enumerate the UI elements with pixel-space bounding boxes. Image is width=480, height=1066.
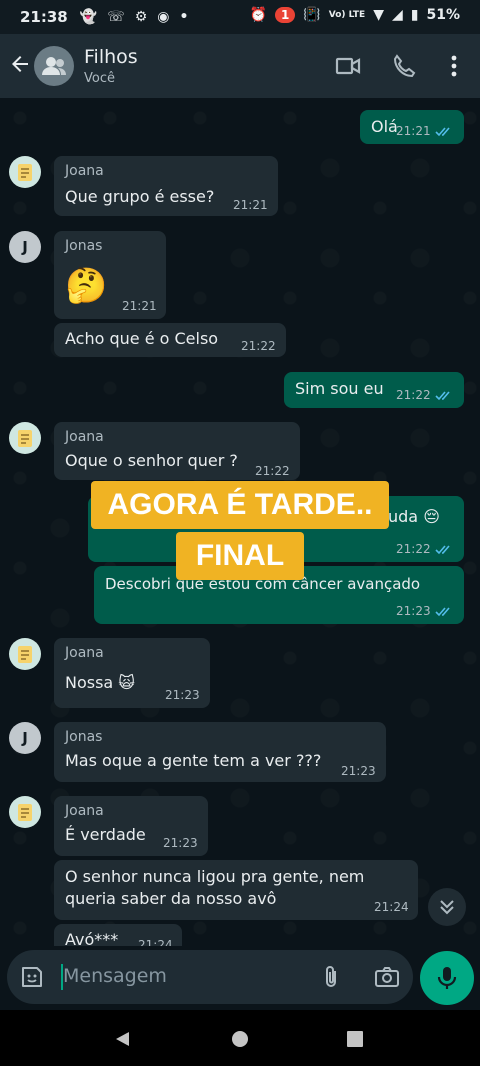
signal-icon: ◢ xyxy=(391,7,403,23)
chat-area[interactable]: Olá 21:21 Joana Que grupo é esse? 21:21 … xyxy=(0,98,480,946)
network-label: Vo) LTE xyxy=(328,9,366,20)
message-time: 21:22 xyxy=(396,388,453,402)
message-text: Nossa 🙀 xyxy=(65,673,135,692)
dot-icon: • xyxy=(179,9,189,25)
message-text: Oque o senhor quer ? xyxy=(65,451,238,470)
app-icon: ⚙ xyxy=(134,9,148,25)
message-text: Sim sou eu xyxy=(295,379,384,398)
camera-icon[interactable] xyxy=(373,964,401,990)
notepad-avatar-icon xyxy=(18,430,32,447)
nav-back-icon[interactable] xyxy=(114,1030,132,1048)
missed-call-icon: ☏ xyxy=(107,9,125,25)
back-arrow-icon[interactable] xyxy=(8,52,32,76)
message-time: 21:23 xyxy=(165,688,200,702)
message-bubble-incoming[interactable]: Acho que é o Celso 21:22 xyxy=(54,323,286,357)
attach-icon[interactable] xyxy=(319,964,345,990)
message-time: 21:24 xyxy=(374,900,409,914)
mic-icon xyxy=(437,967,457,989)
message-time: 21:22 xyxy=(396,542,453,556)
message-bubble-incoming[interactable]: Jonas 🤔 21:21 xyxy=(54,231,166,319)
double-chevron-down-icon xyxy=(440,900,454,915)
message-bubble-incoming[interactable]: Joana Oque o senhor quer ? 21:22 xyxy=(54,422,300,480)
phone-icon[interactable] xyxy=(390,52,418,80)
message-time: 21:22 xyxy=(241,339,276,353)
message-emoji: 🤔 xyxy=(65,266,108,306)
alarm-icon: ⏰ xyxy=(249,7,267,23)
record-icon: ◉ xyxy=(157,9,170,25)
message-time: 21:23 xyxy=(396,604,453,618)
message-bubble-incoming[interactable]: Joana É verdade 21:23 xyxy=(54,796,208,856)
message-text: uda 😔 xyxy=(388,507,440,526)
chat-subtitle[interactable]: Você xyxy=(84,71,115,86)
message-text: Mas oque a gente tem a ver ??? xyxy=(65,751,322,770)
notification-icons: 👻 ☏ ⚙ ◉ • xyxy=(80,9,189,25)
group-avatar[interactable] xyxy=(34,46,74,86)
avatar-jonas[interactable]: J xyxy=(9,722,41,754)
avatar-joana[interactable] xyxy=(9,156,41,188)
nav-home-icon[interactable] xyxy=(231,1030,249,1048)
avatar-joana[interactable] xyxy=(9,638,41,670)
system-nav-bar xyxy=(0,1010,480,1066)
message-time: 21:22 xyxy=(255,464,290,478)
message-bubble-outgoing[interactable]: Sim sou eu 21:22 xyxy=(284,372,464,408)
more-vert-icon[interactable] xyxy=(440,52,468,80)
message-bubble-incoming[interactable]: Avó*** 21:24 xyxy=(54,924,182,946)
avatar-joana[interactable] xyxy=(9,796,41,828)
wifi-icon: ▼ xyxy=(373,7,384,23)
message-bubble-incoming[interactable]: O senhor nunca ligou pra gente, nem quer… xyxy=(54,860,418,920)
read-ticks-icon xyxy=(435,390,450,400)
message-bubble-incoming[interactable]: Joana Que grupo é esse? 21:21 xyxy=(54,156,278,216)
message-time: 21:21 xyxy=(122,299,157,313)
message-bubble-incoming[interactable]: Jonas Mas oque a gente tem a ver ??? 21:… xyxy=(54,722,386,782)
chat-title[interactable]: Filhos xyxy=(84,46,138,68)
notepad-avatar-icon xyxy=(18,164,32,181)
read-ticks-icon xyxy=(435,606,450,616)
message-bubble-outgoing[interactable]: Olá 21:21 xyxy=(360,110,464,144)
message-text-line1: O senhor nunca ligou pra gente, nem xyxy=(65,867,365,886)
avatar-joana[interactable] xyxy=(9,422,41,454)
overlay-caption-line2: FINAL xyxy=(176,532,304,580)
sticker-icon[interactable] xyxy=(19,964,45,990)
scroll-to-bottom-button[interactable] xyxy=(428,888,466,926)
message-input[interactable]: Mensagem xyxy=(63,965,167,987)
battery-icon: ▮ xyxy=(410,7,419,23)
message-time: 21:21 xyxy=(233,198,268,212)
message-bubble-incoming[interactable]: Joana Nossa 🙀 21:23 xyxy=(54,638,210,708)
message-time: 21:21 xyxy=(396,124,453,138)
snapchat-icon: 👻 xyxy=(79,9,98,25)
read-ticks-icon xyxy=(435,126,450,136)
sender-name: Joana xyxy=(65,163,104,179)
message-text: Que grupo é esse? xyxy=(65,187,215,206)
notification-badge: 1 xyxy=(274,7,296,23)
read-ticks-icon xyxy=(435,544,450,554)
notepad-avatar-icon xyxy=(18,804,32,821)
mic-button[interactable] xyxy=(420,951,474,1005)
sender-name: Joana xyxy=(65,803,104,819)
message-text: É verdade xyxy=(65,825,146,844)
avatar-jonas[interactable]: J xyxy=(9,231,41,263)
message-text: Acho que é o Celso xyxy=(65,329,219,348)
message-text: Olá xyxy=(371,117,398,136)
chat-header: Filhos Você xyxy=(0,34,480,98)
message-text-line2: queria saber da nosso avô xyxy=(65,889,277,908)
battery-percent: 51% xyxy=(426,7,460,23)
group-avatar-icon xyxy=(42,57,66,75)
vibrate-icon: 📳 xyxy=(303,7,321,23)
message-time: 21:23 xyxy=(163,836,198,850)
overlay-caption-line1: AGORA É TARDE.. xyxy=(91,481,389,529)
message-input-bar: Mensagem xyxy=(7,950,413,1004)
sender-name: Joana xyxy=(65,645,104,661)
video-call-icon[interactable] xyxy=(334,52,362,80)
status-bar: 21:38 👻 ☏ ⚙ ◉ • ⏰ 1 📳 Vo) LTE ▼ ◢ ▮ 51% xyxy=(0,0,480,34)
message-time: 21:24 xyxy=(138,938,173,946)
nav-recents-icon[interactable] xyxy=(346,1030,364,1048)
status-time: 21:38 xyxy=(20,8,68,26)
message-time: 21:23 xyxy=(341,764,376,778)
sender-name: Joana xyxy=(65,429,104,445)
sender-name: Jonas xyxy=(65,729,103,745)
sender-name: Jonas xyxy=(65,238,103,254)
status-right: ⏰ 1 📳 Vo) LTE ▼ ◢ ▮ 51% xyxy=(250,7,460,23)
notepad-avatar-icon xyxy=(18,646,32,663)
message-text: Avó*** xyxy=(65,930,119,946)
